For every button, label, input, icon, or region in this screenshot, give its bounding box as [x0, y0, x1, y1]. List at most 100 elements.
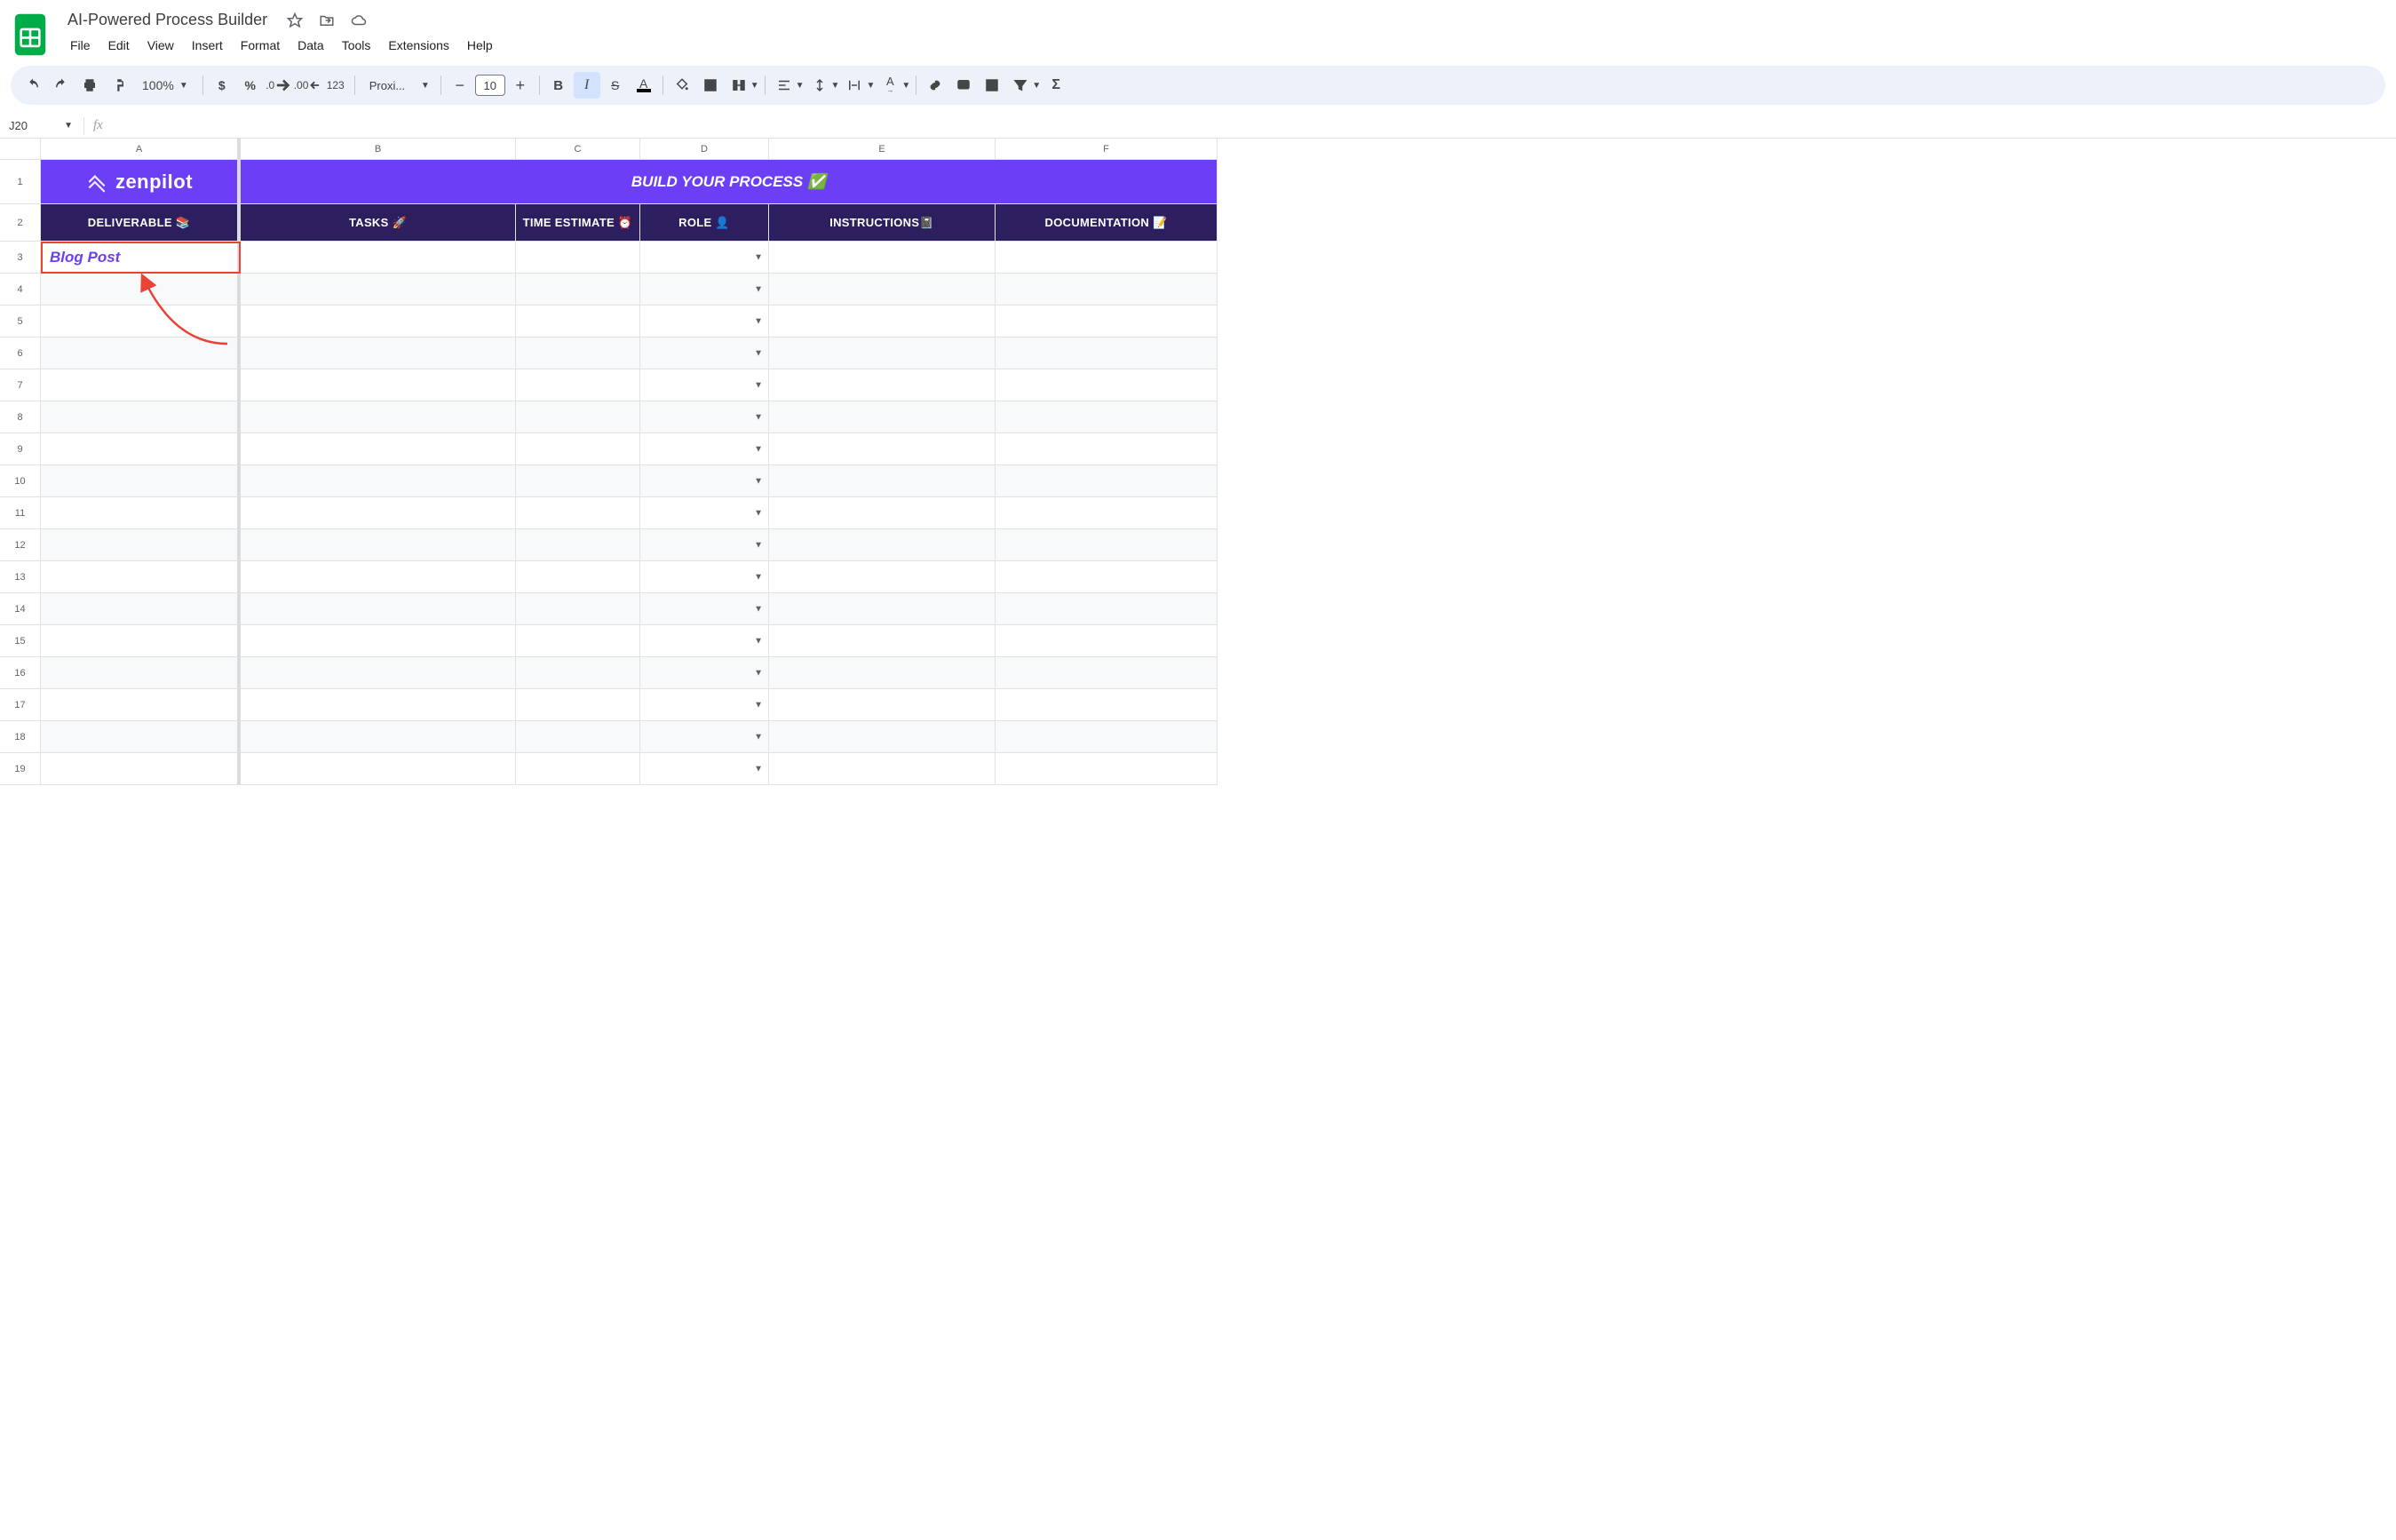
cell-F6[interactable] — [996, 337, 1218, 369]
cell-F18[interactable] — [996, 721, 1218, 753]
zoom-select[interactable]: 100%▼ — [133, 72, 197, 99]
cell-A18[interactable] — [41, 721, 241, 753]
row-header-10[interactable]: 10 — [0, 465, 41, 497]
cell-A19[interactable] — [41, 753, 241, 785]
cell-C4[interactable] — [516, 274, 640, 306]
column-header-C[interactable]: C — [516, 139, 640, 160]
filter-button[interactable] — [1007, 72, 1034, 99]
column-header-F[interactable]: F — [996, 139, 1218, 160]
cell-A7[interactable] — [41, 369, 241, 401]
cell-D5[interactable]: ▼ — [640, 306, 769, 337]
italic-button[interactable]: I — [574, 72, 600, 99]
horizontal-align-button[interactable] — [771, 72, 797, 99]
cell-A9[interactable] — [41, 433, 241, 465]
cell-C16[interactable] — [516, 657, 640, 689]
formula-input[interactable] — [112, 114, 2396, 138]
dropdown-arrow-icon[interactable]: ▼ — [754, 348, 763, 358]
cell-C12[interactable] — [516, 529, 640, 561]
cell-B16[interactable] — [241, 657, 516, 689]
cell-F4[interactable] — [996, 274, 1218, 306]
cell-D18[interactable]: ▼ — [640, 721, 769, 753]
insert-chart-button[interactable] — [979, 72, 1005, 99]
cell-A8[interactable] — [41, 401, 241, 433]
menu-view[interactable]: View — [139, 35, 182, 56]
cell-E19[interactable] — [769, 753, 996, 785]
cell-D7[interactable]: ▼ — [640, 369, 769, 401]
chevron-down-icon[interactable]: ▼ — [831, 81, 840, 91]
cell-D13[interactable]: ▼ — [640, 561, 769, 593]
dropdown-arrow-icon[interactable]: ▼ — [754, 508, 763, 518]
increase-decimal-button[interactable]: .00 — [294, 72, 321, 99]
cell-D15[interactable]: ▼ — [640, 625, 769, 657]
cell-C17[interactable] — [516, 689, 640, 721]
chevron-down-icon[interactable]: ▼ — [901, 81, 910, 91]
cell-E7[interactable] — [769, 369, 996, 401]
cell-C14[interactable] — [516, 593, 640, 625]
cell-F8[interactable] — [996, 401, 1218, 433]
insert-link-button[interactable] — [922, 72, 948, 99]
move-folder-icon[interactable] — [317, 11, 337, 30]
cell-E17[interactable] — [769, 689, 996, 721]
dropdown-arrow-icon[interactable]: ▼ — [754, 412, 763, 422]
menu-extensions[interactable]: Extensions — [380, 35, 456, 56]
cell-F3[interactable] — [996, 242, 1218, 274]
dropdown-arrow-icon[interactable]: ▼ — [754, 668, 763, 678]
column-header-E[interactable]: E — [769, 139, 996, 160]
decrease-font-button[interactable]: − — [447, 72, 473, 99]
text-color-button[interactable]: A — [631, 72, 657, 99]
cell-F5[interactable] — [996, 306, 1218, 337]
cell-E10[interactable] — [769, 465, 996, 497]
chevron-down-icon[interactable]: ▼ — [796, 81, 805, 91]
insert-comment-button[interactable] — [950, 72, 977, 99]
row-header-19[interactable]: 19 — [0, 753, 41, 785]
dropdown-arrow-icon[interactable]: ▼ — [754, 444, 763, 454]
menu-insert[interactable]: Insert — [184, 35, 231, 56]
row-header-12[interactable]: 12 — [0, 529, 41, 561]
star-icon[interactable] — [285, 11, 305, 30]
cell-A16[interactable] — [41, 657, 241, 689]
cell-D10[interactable]: ▼ — [640, 465, 769, 497]
cell-B12[interactable] — [241, 529, 516, 561]
cell-C8[interactable] — [516, 401, 640, 433]
cell-B13[interactable] — [241, 561, 516, 593]
bold-button[interactable]: B — [545, 72, 572, 99]
cell-F15[interactable] — [996, 625, 1218, 657]
row-header-2[interactable]: 2 — [0, 204, 41, 242]
row-header-7[interactable]: 7 — [0, 369, 41, 401]
cell-E18[interactable] — [769, 721, 996, 753]
row-header-9[interactable]: 9 — [0, 433, 41, 465]
dropdown-arrow-icon[interactable]: ▼ — [754, 316, 763, 326]
cell-B18[interactable] — [241, 721, 516, 753]
cell-C7[interactable] — [516, 369, 640, 401]
row-header-15[interactable]: 15 — [0, 625, 41, 657]
cell-B7[interactable] — [241, 369, 516, 401]
cell-B14[interactable] — [241, 593, 516, 625]
cell-B6[interactable] — [241, 337, 516, 369]
dropdown-arrow-icon[interactable]: ▼ — [754, 636, 763, 646]
cell-E12[interactable] — [769, 529, 996, 561]
row-header-3[interactable]: 3 — [0, 242, 41, 274]
cell-E15[interactable] — [769, 625, 996, 657]
cell-B10[interactable] — [241, 465, 516, 497]
cell-C5[interactable] — [516, 306, 640, 337]
dropdown-arrow-icon[interactable]: ▼ — [754, 380, 763, 390]
dropdown-arrow-icon[interactable]: ▼ — [754, 476, 763, 486]
cell-B5[interactable] — [241, 306, 516, 337]
strikethrough-button[interactable]: S — [602, 72, 629, 99]
cell-C3[interactable] — [516, 242, 640, 274]
cell-B3[interactable] — [241, 242, 516, 274]
cell-E11[interactable] — [769, 497, 996, 529]
cell-A3[interactable]: Blog Post — [41, 242, 241, 274]
cell-F10[interactable] — [996, 465, 1218, 497]
cell-F13[interactable] — [996, 561, 1218, 593]
increase-font-button[interactable]: + — [507, 72, 534, 99]
dropdown-arrow-icon[interactable]: ▼ — [754, 604, 763, 614]
column-header-A[interactable]: A — [41, 139, 241, 160]
cell-E9[interactable] — [769, 433, 996, 465]
cell-D6[interactable]: ▼ — [640, 337, 769, 369]
column-header-B[interactable]: B — [241, 139, 516, 160]
cell-B19[interactable] — [241, 753, 516, 785]
cell-F7[interactable] — [996, 369, 1218, 401]
undo-button[interactable] — [20, 72, 46, 99]
text-rotation-button[interactable]: A→ — [877, 72, 903, 99]
